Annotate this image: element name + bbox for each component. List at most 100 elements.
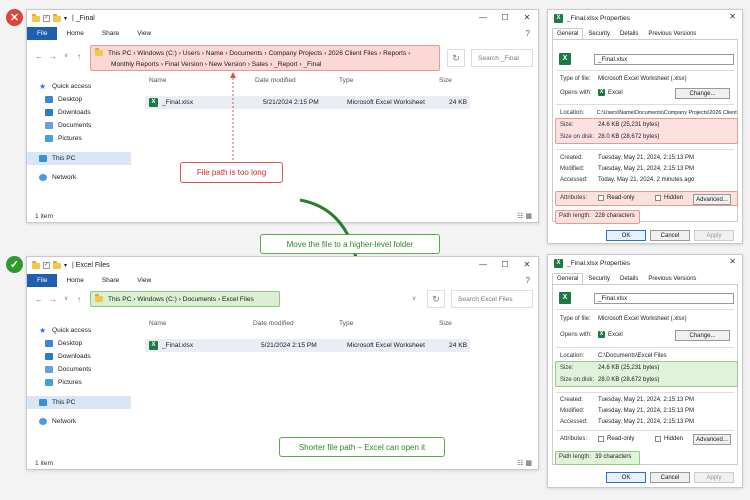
dialog-title: _Final.xlsx Properties xyxy=(567,15,631,22)
status-bar-item-count: 1 item xyxy=(35,460,53,467)
modified-label: Modified: xyxy=(560,166,585,172)
cancel-button[interactable]: Cancel xyxy=(650,230,690,241)
forward-arrow-icon[interactable]: → xyxy=(49,295,57,304)
sidebar-item-network[interactable]: Network xyxy=(27,415,131,428)
advanced-button[interactable]: Advanced... xyxy=(693,434,731,445)
sidebar-item-this-pc[interactable]: This PC xyxy=(27,396,131,409)
address-bar[interactable]: This PC › Windows (C:) › Documents › Exc… xyxy=(90,291,280,307)
column-header-name[interactable]: Name xyxy=(141,320,253,327)
path-length-label: Path length: xyxy=(559,213,592,219)
advanced-button[interactable]: Advanced... xyxy=(693,194,731,205)
file-date: 5/21/2024 2:15 PM xyxy=(261,342,317,349)
help-icon[interactable]: ? xyxy=(526,276,530,285)
search-input[interactable]: Search Excel Files xyxy=(451,290,533,308)
type-value: Microsoft Excel Worksheet (.xlsx) xyxy=(598,76,687,82)
callout-shorter-path: Shorter file path – Excel can open it xyxy=(279,437,445,457)
column-header-type[interactable]: Type xyxy=(339,320,439,327)
accessed-value: Today, May 21, 2024, 2 minutes ago xyxy=(598,177,695,183)
sidebar-item-label: Pictures xyxy=(58,379,82,386)
filename-field[interactable]: _Final.xlsx xyxy=(594,293,734,304)
sidebar-item-pictures[interactable]: Pictures xyxy=(27,376,131,389)
read-only-checkbox[interactable] xyxy=(598,436,604,442)
properties-icon[interactable]: ✓ xyxy=(43,262,50,269)
filename-field[interactable]: _Final.xlsx xyxy=(594,54,734,65)
accessed-label: Accessed: xyxy=(560,419,588,425)
callout-move-file: Move the file to a higher-level folder xyxy=(260,234,440,254)
close-button[interactable]: ✕ xyxy=(729,257,736,266)
change-button[interactable]: Change... xyxy=(675,88,730,99)
tab-view[interactable]: View xyxy=(128,274,160,287)
accessed-value: Tuesday, May 21, 2024, 2:15:13 PM xyxy=(598,419,695,425)
created-value: Tuesday, May 21, 2024, 2:15:13 PM xyxy=(598,155,695,161)
location-label: Location: xyxy=(560,110,585,116)
apply-button[interactable]: Apply xyxy=(694,230,734,241)
column-header-size[interactable]: Size xyxy=(439,320,479,327)
divider xyxy=(556,430,734,431)
type-row: Type of file: Microsoft Excel Worksheet (… xyxy=(560,76,738,82)
column-headers: Name Date modified Type Size xyxy=(141,317,536,329)
view-toggle-icons[interactable]: ☷ ▦ xyxy=(517,459,532,467)
type-value: Microsoft Excel Worksheet (.xlsx) xyxy=(598,316,687,322)
opens-with-label: Opens with: xyxy=(560,331,592,338)
sidebar-item-desktop[interactable]: Desktop xyxy=(27,337,131,350)
change-button[interactable]: Change... xyxy=(675,330,730,341)
cancel-button[interactable]: Cancel xyxy=(650,472,690,483)
tab-home[interactable]: Home xyxy=(57,274,92,287)
tab-share[interactable]: Share xyxy=(93,274,128,287)
location-value: C:\Documents\Excel Files xyxy=(598,353,667,359)
address-dropdown-icon[interactable]: ∨ xyxy=(412,295,416,302)
excel-file-icon: X xyxy=(554,259,563,268)
hidden-checkbox[interactable] xyxy=(655,436,661,442)
sidebar-item-quick-access[interactable]: ★ Quick access xyxy=(27,324,131,337)
modified-value: Tuesday, May 21, 2024, 2:15:13 PM xyxy=(598,408,695,414)
maximize-button[interactable]: ☐ xyxy=(494,257,516,272)
created-row: Created: Tuesday, May 21, 2024, 2:15:13 P… xyxy=(560,397,738,403)
created-label: Created: xyxy=(560,155,584,161)
window-title: | Excel Files xyxy=(72,262,110,269)
path-length-row: Path length: 39 characters xyxy=(559,454,738,460)
read-only-checkbox[interactable] xyxy=(598,195,604,201)
size-value: 24.6 KB (25,231 bytes) xyxy=(598,365,660,371)
excel-file-icon: X xyxy=(559,292,571,304)
size-on-disk-row: Size on disk: 28.0 KB (28,672 bytes) xyxy=(560,134,738,140)
new-folder-icon[interactable] xyxy=(53,260,61,269)
table-row[interactable]: X _Final.xlsx 5/21/2024 2:15 PM Microsoft… xyxy=(145,339,470,352)
recent-dropdown-icon[interactable]: ∨ xyxy=(64,295,68,302)
documents-icon xyxy=(45,366,53,373)
column-header-date[interactable]: Date modified xyxy=(253,320,339,327)
size-on-disk-row: Size on disk: 28.0 KB (28,672 bytes) xyxy=(560,377,738,383)
callout-path-too-long: File path is too long xyxy=(180,162,283,183)
location-value: C:\Users\Name\Documents\Company Projects… xyxy=(596,110,738,116)
size-label: Size: xyxy=(560,365,574,371)
quick-access-dropdown-icon[interactable]: ▾ xyxy=(64,262,67,269)
hidden-checkbox[interactable] xyxy=(655,195,661,201)
refresh-icon[interactable]: ↻ xyxy=(427,290,445,308)
excel-file-icon: X xyxy=(554,14,563,23)
close-button[interactable]: ✕ xyxy=(729,12,736,21)
hidden-label: Hidden xyxy=(664,436,684,442)
sidebar-item-label: Desktop xyxy=(58,340,83,347)
minimize-button[interactable]: — xyxy=(472,257,494,272)
excel-file-icon: X xyxy=(149,341,158,350)
up-arrow-icon[interactable]: ↑ xyxy=(77,295,81,304)
bottom-properties-dialog: X _Final.xlsx Properties ✕ General Securi… xyxy=(547,254,743,488)
type-label: Type of file: xyxy=(560,316,591,322)
ok-button[interactable]: OK xyxy=(606,472,646,483)
back-arrow-icon[interactable]: ← xyxy=(35,295,43,304)
location-label: Location: xyxy=(560,353,585,359)
titlebar: ✓ ▾ | Excel Files — ☐ ✕ xyxy=(27,257,538,274)
size-row: Size: 24.6 KB (25,231 bytes) xyxy=(560,365,738,371)
modified-value: Tuesday, May 21, 2024, 2:15:13 PM xyxy=(598,166,695,172)
close-button[interactable]: ✕ xyxy=(516,257,538,272)
apply-button[interactable]: Apply xyxy=(694,472,734,483)
attributes-label: Attributes: xyxy=(560,436,588,442)
sidebar-item-documents[interactable]: Documents xyxy=(27,363,131,376)
tab-file[interactable]: File xyxy=(27,274,58,287)
size-on-disk-value: 28.0 KB (28,672 bytes) xyxy=(598,377,660,383)
ok-button[interactable]: OK xyxy=(606,230,646,241)
size-label: Size: xyxy=(560,122,574,128)
sidebar-item-label: This PC xyxy=(52,399,76,406)
path-length-label: Path length: xyxy=(559,454,592,460)
sidebar-item-downloads[interactable]: Downloads xyxy=(27,350,131,363)
folder-icon xyxy=(32,260,40,269)
